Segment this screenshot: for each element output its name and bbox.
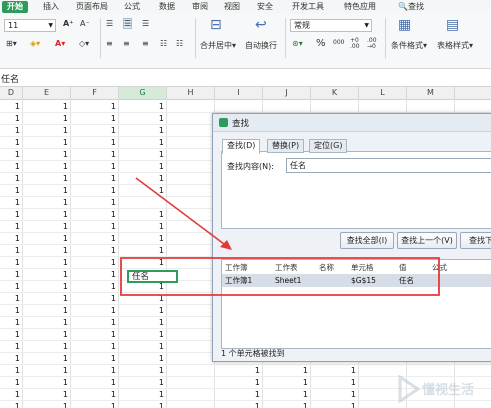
annotation-overlay <box>120 177 440 296</box>
watermark-text: 懂视生活 <box>422 383 475 398</box>
watermark: 懂视生活 <box>396 372 491 406</box>
annotation-arrow-line <box>135 177 229 248</box>
annotation-highlight-box <box>120 257 440 296</box>
watermark-play-icon <box>398 375 420 403</box>
